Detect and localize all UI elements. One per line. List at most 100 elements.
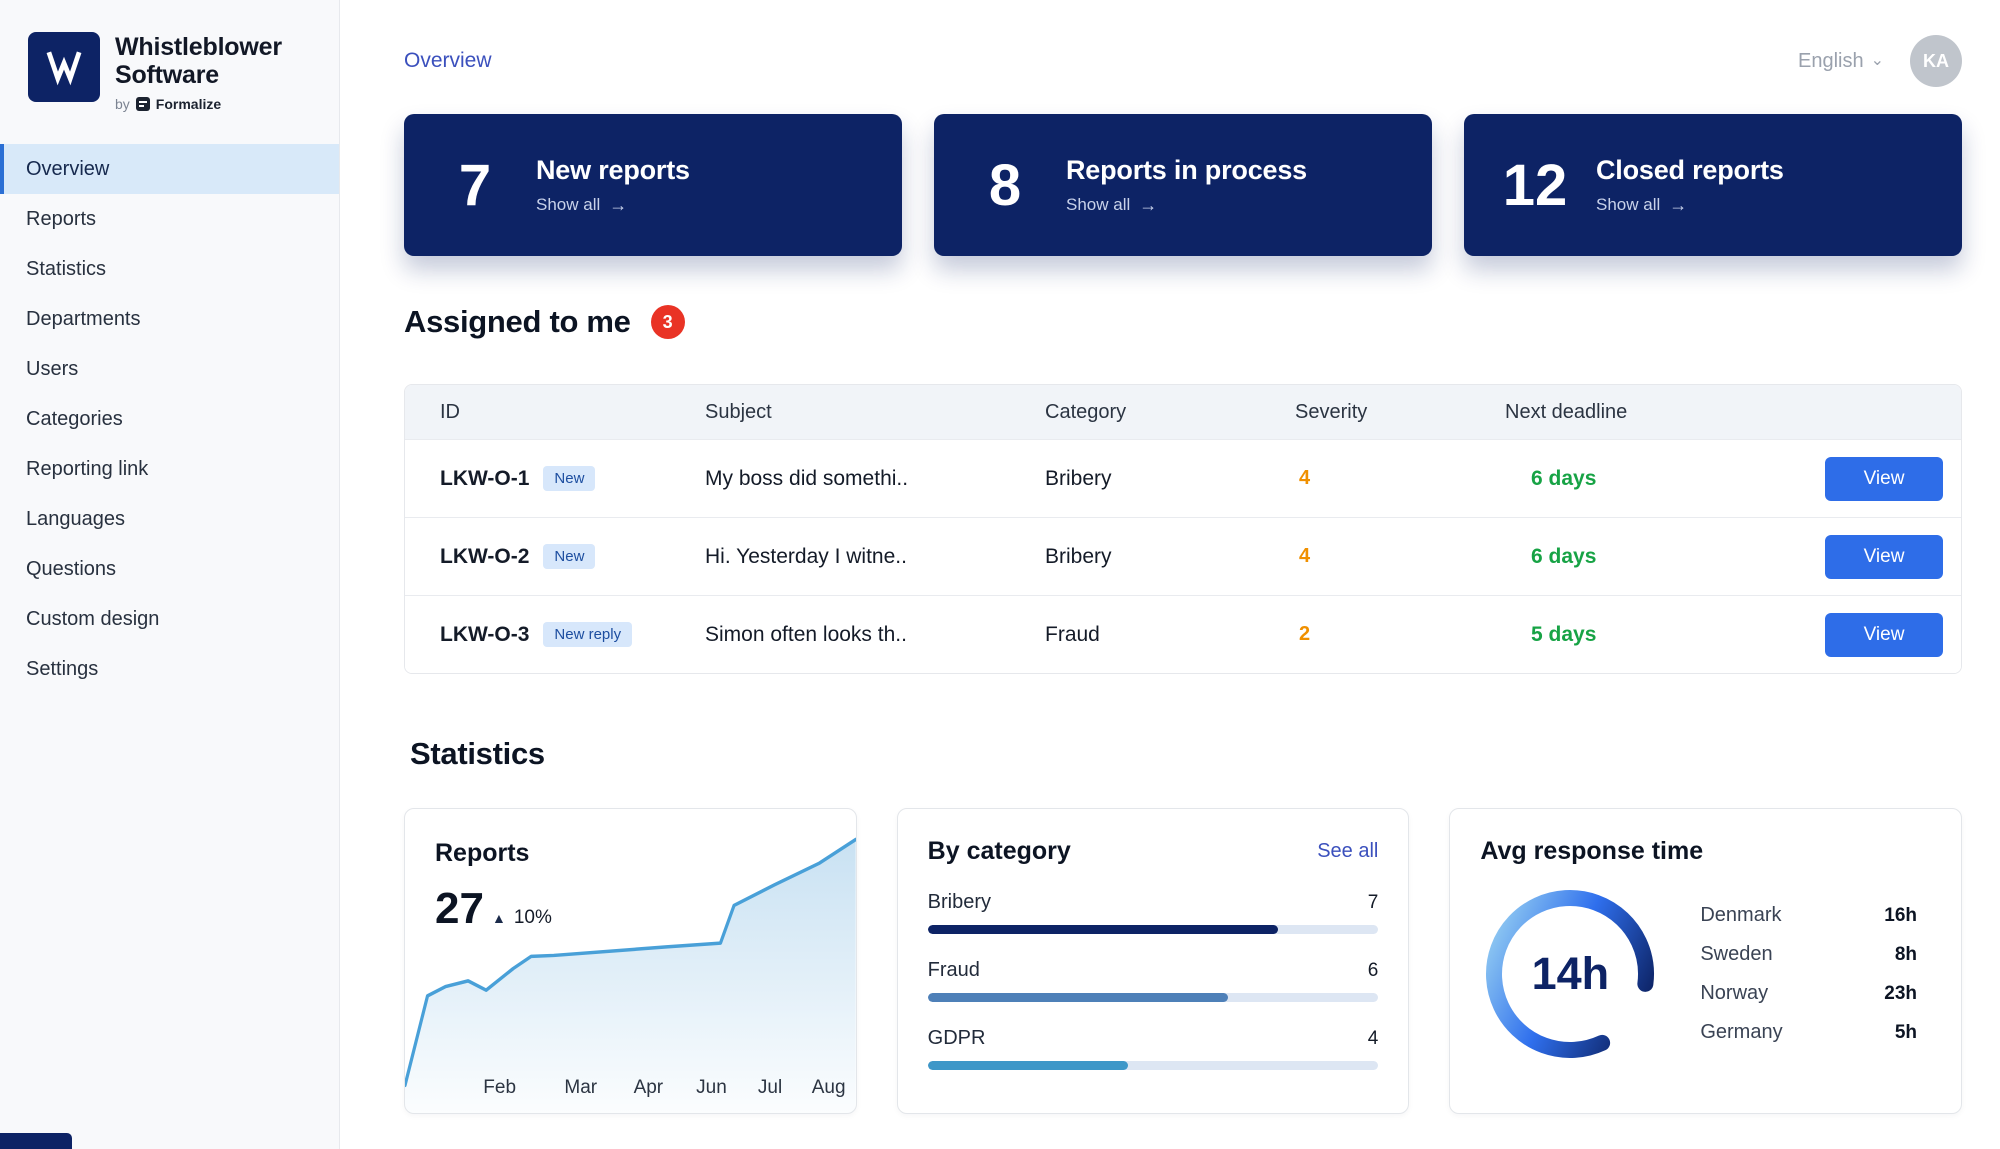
- by-category-head: By category See all: [928, 837, 1379, 866]
- country-label: Norway: [1700, 982, 1768, 1005]
- table-row: LKW-O-3 New reply Simon often looks th..…: [405, 595, 1961, 673]
- severity-cell: 4: [1295, 545, 1505, 568]
- chart-x-label: Jul: [758, 1077, 782, 1099]
- arrow-right-icon: →: [1139, 195, 1157, 216]
- show-all-label: Show all: [1596, 195, 1660, 215]
- sidebar-item-reports[interactable]: Reports: [0, 194, 339, 244]
- severity-cell: 2: [1295, 623, 1505, 646]
- summary-body: Closed reports Show all →: [1596, 155, 1784, 216]
- reports-chart-card: Reports 27 ▲ 10%: [404, 808, 857, 1114]
- category-label: Bribery: [928, 891, 991, 914]
- brand-title-line1: Whistleblower: [115, 34, 282, 62]
- language-label: English: [1798, 50, 1864, 73]
- status-tag: New: [543, 544, 595, 569]
- category-bar-fill: [928, 993, 1228, 1002]
- trend-up-icon: ▲: [492, 910, 506, 926]
- sidebar: Whistleblower Software by Formalize Over…: [0, 0, 340, 1149]
- table-row: LKW-O-2 New Hi. Yesterday I witne.. Brib…: [405, 517, 1961, 595]
- show-all-link[interactable]: Show all →: [536, 195, 627, 216]
- brand-text: Whistleblower Software by Formalize: [115, 32, 282, 112]
- avg-response-content: 14h Denmark 16h Sweden 8h: [1480, 884, 1931, 1064]
- topbar-right: English ⌄ KA: [1798, 35, 1962, 87]
- country-label: Denmark: [1700, 904, 1781, 927]
- sidebar-item-categories[interactable]: Categories: [0, 394, 339, 444]
- summary-body: Reports in process Show all →: [1066, 155, 1307, 216]
- category-bar-track: [928, 993, 1379, 1002]
- deadline-cell: 6 days: [1505, 467, 1815, 491]
- response-time-row: Sweden 8h: [1700, 943, 1917, 966]
- country-label: Sweden: [1700, 943, 1772, 966]
- view-button[interactable]: View: [1825, 457, 1943, 501]
- category-bar-item: GDPR 4: [928, 1027, 1379, 1070]
- sidebar-item-label: Settings: [26, 658, 98, 681]
- chart-x-label: Apr: [634, 1077, 664, 1099]
- report-id: LKW-O-3: [440, 623, 529, 647]
- view-button[interactable]: View: [1825, 535, 1943, 579]
- summary-card-in-process: 8 Reports in process Show all →: [934, 114, 1432, 256]
- category-bar-track: [928, 925, 1379, 934]
- chart-x-label: Feb: [483, 1077, 516, 1099]
- category-cell: Bribery: [1045, 545, 1295, 569]
- sidebar-item-custom-design[interactable]: Custom design: [0, 594, 339, 644]
- summary-cards: 7 New reports Show all → 8 Reports in pr…: [404, 114, 1962, 256]
- avg-response-card: Avg response time: [1449, 808, 1962, 1114]
- language-selector[interactable]: English ⌄: [1798, 50, 1884, 73]
- assigned-heading: Assigned to me: [404, 304, 631, 340]
- brand-title-line2: Software: [115, 62, 282, 90]
- see-all-link[interactable]: See all: [1317, 840, 1378, 863]
- sidebar-item-reporting-link[interactable]: Reporting link: [0, 444, 339, 494]
- time-value: 16h: [1884, 905, 1917, 927]
- avatar[interactable]: KA: [1910, 35, 1962, 87]
- breadcrumb[interactable]: Overview: [404, 49, 492, 73]
- report-id-cell: LKW-O-3 New reply: [440, 622, 705, 647]
- report-id-cell: LKW-O-1 New: [440, 466, 705, 491]
- reports-chart-head: Reports 27 ▲ 10%: [435, 839, 552, 934]
- table-header-row: ID Subject Category Severity Next deadli…: [405, 385, 1961, 439]
- reports-total-row: 27 ▲ 10%: [435, 884, 552, 934]
- sidebar-nav: Overview Reports Statistics Departments …: [0, 144, 339, 694]
- summary-count: 7: [432, 152, 518, 219]
- brand-byline: by Formalize: [115, 96, 282, 112]
- sidebar-item-departments[interactable]: Departments: [0, 294, 339, 344]
- sidebar-item-languages[interactable]: Languages: [0, 494, 339, 544]
- assigned-section: Assigned to me 3 ID Subject Category Sev…: [404, 304, 1962, 674]
- show-all-link[interactable]: Show all →: [1596, 195, 1687, 216]
- summary-title: Closed reports: [1596, 155, 1784, 186]
- sidebar-item-overview[interactable]: Overview: [0, 144, 339, 194]
- formalize-icon: [136, 97, 150, 111]
- brand: Whistleblower Software by Formalize: [0, 0, 339, 138]
- show-all-label: Show all: [1066, 195, 1130, 215]
- summary-title: New reports: [536, 155, 690, 186]
- column-header-subject: Subject: [705, 401, 1045, 424]
- statistics-section: Statistics Reports 27 ▲ 10%: [404, 736, 1962, 1114]
- status-tag: New: [543, 466, 595, 491]
- response-time-gauge: 14h: [1480, 884, 1660, 1064]
- table-row: LKW-O-1 New My boss did somethi.. Briber…: [405, 439, 1961, 517]
- response-time-list: Denmark 16h Sweden 8h Norway 23h: [1700, 904, 1931, 1044]
- subject-cell: Simon often looks th..: [705, 623, 1045, 647]
- summary-card-new-reports: 7 New reports Show all →: [404, 114, 902, 256]
- view-button[interactable]: View: [1825, 613, 1943, 657]
- brand-logo-icon: [28, 32, 100, 102]
- sidebar-item-settings[interactable]: Settings: [0, 644, 339, 694]
- byline-brand: Formalize: [156, 96, 221, 112]
- time-value: 23h: [1884, 983, 1917, 1005]
- category-value: 6: [1368, 960, 1379, 982]
- arrow-right-icon: →: [1669, 195, 1687, 216]
- deadline-cell: 5 days: [1505, 623, 1815, 647]
- sidebar-item-statistics[interactable]: Statistics: [0, 244, 339, 294]
- show-all-link[interactable]: Show all →: [1066, 195, 1157, 216]
- topbar: Overview English ⌄ KA: [404, 0, 1962, 88]
- category-label: GDPR: [928, 1027, 986, 1050]
- column-header-deadline: Next deadline: [1505, 401, 1815, 424]
- sidebar-item-questions[interactable]: Questions: [0, 544, 339, 594]
- category-bar-fill: [928, 925, 1279, 934]
- category-value: 7: [1368, 892, 1379, 914]
- sidebar-item-users[interactable]: Users: [0, 344, 339, 394]
- sidebar-item-label: Custom design: [26, 608, 159, 631]
- gauge-center-value: 14h: [1480, 884, 1660, 1064]
- subject-cell: My boss did somethi..: [705, 467, 1045, 491]
- column-header-severity: Severity: [1295, 401, 1505, 424]
- reports-total: 27: [435, 884, 484, 934]
- statistics-cards: Reports 27 ▲ 10%: [404, 808, 1962, 1114]
